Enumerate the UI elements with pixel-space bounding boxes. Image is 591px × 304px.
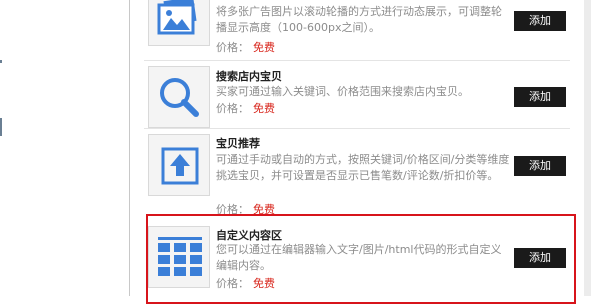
module-thumbnail: [148, 0, 210, 46]
module-title: 自定义内容区: [216, 229, 282, 242]
module-thumbnail: [148, 66, 210, 128]
scrollbar-track[interactable]: [584, 0, 591, 296]
module-title: 搜索店内宝贝: [216, 70, 282, 83]
price-label: 价格：: [216, 277, 249, 290]
add-button[interactable]: 添加: [514, 11, 566, 31]
price-value: 免费: [253, 277, 275, 290]
module-price: 价格： 免费: [216, 39, 275, 55]
module-price: 价格： 免费: [216, 275, 275, 291]
gutter-mark: [0, 118, 2, 136]
module-description: 将多张广告图片以滚动轮播的方式进行动态展示，可调整轮播显示高度（100-600p…: [216, 5, 502, 34]
upload-arrow-icon: [161, 147, 199, 185]
item-divider: [144, 60, 570, 61]
price-label: 价格：: [216, 41, 249, 54]
add-button[interactable]: 添加: [514, 156, 566, 176]
magnifier-icon: [160, 78, 199, 117]
module-description: 可通过手动或自动的方式，按照关键词/价格区间/分类等维度挑选宝贝，并可设置是否显…: [216, 153, 510, 182]
module-list[interactable]: 将多张广告图片以滚动轮播的方式进行动态展示，可调整轮播显示高度（100-600p…: [130, 0, 584, 304]
grid-content-icon: [158, 237, 202, 276]
module-title: 宝贝推荐: [216, 137, 260, 150]
item-divider: [144, 128, 570, 129]
module-description: 您可以通过在编辑器输入文字/图片/html代码的形式自定义编辑内容。: [216, 243, 502, 272]
background-page-gutter: [0, 0, 129, 296]
module-thumbnail: [148, 226, 210, 288]
price-value: 免费: [253, 102, 275, 115]
add-button[interactable]: 添加: [514, 248, 566, 268]
add-button[interactable]: 添加: [514, 87, 566, 107]
module-description: 买家可通过输入关键词、价格范围来搜索店内宝贝。: [216, 85, 469, 98]
module-thumbnail: [148, 134, 210, 196]
image-carousel-icon: [157, 0, 197, 35]
module-price: 价格： 免费: [216, 100, 275, 116]
gutter-mark: [0, 60, 2, 63]
price-label: 价格：: [216, 102, 249, 115]
price-value: 免费: [253, 41, 275, 54]
